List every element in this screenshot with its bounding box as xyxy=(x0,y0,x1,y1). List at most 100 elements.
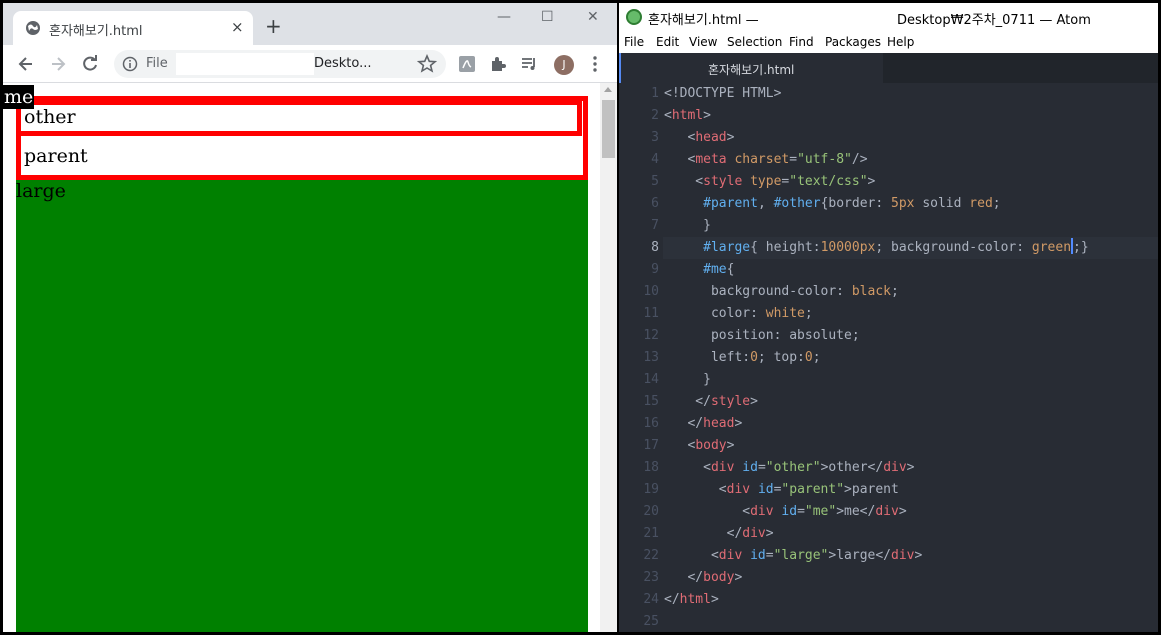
line-number: 10 xyxy=(643,284,659,299)
code-line: <div id="other">other</div> xyxy=(664,460,915,475)
parent-text: parent xyxy=(24,145,88,167)
code-line: </style> xyxy=(664,394,758,409)
scroll-thumb[interactable] xyxy=(602,100,615,158)
code-line: </html> xyxy=(664,592,719,607)
tab-close-icon[interactable]: × xyxy=(231,18,244,36)
large-box: large xyxy=(16,180,588,632)
code-editor[interactable]: 1 2 3 4 5 6 7 8 9 10 11 12 13 14 15 16 17 18 19 20 21 22 23 24 2… xyxy=(619,83,1158,632)
line-number: 18 xyxy=(643,460,659,475)
page-scrollbar[interactable] xyxy=(600,83,617,632)
line-number: 2 xyxy=(651,108,659,123)
line-number: 8 xyxy=(651,240,659,255)
chrome-window: 혼자해보기.html × + — ☐ ✕ File Deskto... J pa… xyxy=(3,3,617,632)
menu-help[interactable]: Help xyxy=(887,35,914,49)
line-number: 13 xyxy=(643,350,659,365)
code-line: #parent, #other{border: 5px solid red; xyxy=(703,196,1001,211)
tab-strip: 혼자해보기.html × + — ☐ ✕ xyxy=(3,3,617,45)
kebab-menu-icon[interactable] xyxy=(585,54,605,74)
code-line: <div id="parent">parent xyxy=(664,482,899,497)
atom-window: 혼자해보기.html — Desktop₩2주차_0711 — Atom Fil… xyxy=(619,3,1158,632)
pdf-extension-icon[interactable] xyxy=(457,54,477,74)
line-number: 23 xyxy=(643,570,659,585)
code-line: <div id="me">me</div> xyxy=(664,504,907,519)
line-number: 3 xyxy=(651,130,659,145)
menu-selection[interactable]: Selection xyxy=(727,35,782,49)
line-number: 6 xyxy=(651,196,659,211)
code-line: <style type="text/css"> xyxy=(664,174,876,189)
url-redacted xyxy=(176,53,314,75)
line-number: 5 xyxy=(651,174,659,189)
browser-toolbar: File Deskto... J xyxy=(3,45,617,113)
menu-edit[interactable]: Edit xyxy=(656,35,679,49)
code-line: position: absolute; xyxy=(664,328,860,343)
line-number: 14 xyxy=(643,372,659,387)
large-text: large xyxy=(16,180,66,202)
line-number: 12 xyxy=(643,328,659,343)
line-number: 9 xyxy=(651,262,659,277)
page-viewport: parent other large me xyxy=(3,83,600,632)
code-line: <body> xyxy=(664,438,735,453)
back-icon[interactable] xyxy=(16,54,36,74)
code-line: left:0; top:0; xyxy=(664,350,821,365)
menu-view[interactable]: View xyxy=(689,35,717,49)
globe-icon xyxy=(26,21,40,35)
close-window-button[interactable]: ✕ xyxy=(587,9,599,25)
code-line: <meta charset="utf-8"/> xyxy=(664,152,868,167)
media-queue-icon[interactable] xyxy=(519,54,539,74)
me-box: me xyxy=(3,85,35,109)
maximize-button[interactable]: ☐ xyxy=(541,9,554,25)
scroll-up-arrow-icon[interactable] xyxy=(604,87,612,92)
other-box: other xyxy=(16,100,582,136)
line-number: 16 xyxy=(643,416,659,431)
text-cursor xyxy=(1071,238,1074,254)
menu-find[interactable]: Find xyxy=(789,35,814,49)
code-line: <div id="large">large</div> xyxy=(664,548,923,563)
line-number: 15 xyxy=(643,394,659,409)
code-line: } xyxy=(664,218,711,233)
line-number: 4 xyxy=(651,152,659,167)
code-line: color: white; xyxy=(664,306,813,321)
new-tab-button[interactable]: + xyxy=(265,16,282,36)
line-number: 25 xyxy=(643,614,659,629)
line-number-gutter: 1 2 3 4 5 6 7 8 9 10 11 12 13 14 15 16 17 18 19 20 21 22 23 24 2… xyxy=(619,83,659,632)
code-line: <head> xyxy=(664,130,735,145)
atom-title-bar: 혼자해보기.html — Desktop₩2주차_0711 — Atom xyxy=(619,3,1158,31)
screen: 혼자해보기.html × + — ☐ ✕ File Deskto... J pa… xyxy=(0,0,1161,635)
line-number: 17 xyxy=(643,438,659,453)
url-text: Deskto... xyxy=(314,56,372,71)
atom-title-file: 혼자해보기.html — xyxy=(648,13,759,28)
minimize-button[interactable]: — xyxy=(497,9,511,25)
code-line: <html> xyxy=(664,108,711,123)
code-line: } xyxy=(664,372,711,387)
atom-tab-title: 혼자해보기.html xyxy=(708,63,795,77)
forward-icon[interactable] xyxy=(48,54,68,74)
info-icon[interactable] xyxy=(122,56,138,72)
other-text: other xyxy=(24,106,76,128)
code-line: <!DOCTYPE HTML> xyxy=(664,86,782,101)
atom-menu-bar: File Edit View Selection Find Packages H… xyxy=(619,31,1158,53)
line-number: 24 xyxy=(643,592,659,607)
line-number: 20 xyxy=(643,504,659,519)
line-number: 7 xyxy=(651,218,659,233)
atom-title-path: Desktop₩2주차_0711 — Atom xyxy=(897,13,1091,28)
code-line: #large{ height:10000px; background-color… xyxy=(703,238,1089,255)
extensions-puzzle-icon[interactable] xyxy=(488,54,508,74)
code-line: </div> xyxy=(664,526,774,541)
line-number: 19 xyxy=(643,482,659,497)
address-bar[interactable]: File Deskto... xyxy=(114,50,446,78)
line-number: 11 xyxy=(643,306,659,321)
code-line: #me{ xyxy=(703,262,735,277)
line-number: 21 xyxy=(643,526,659,541)
line-number: 1 xyxy=(651,86,659,101)
atom-logo-icon xyxy=(626,9,642,25)
line-number: 22 xyxy=(643,548,659,563)
atom-tab-bar: 혼자해보기.html xyxy=(619,53,1158,83)
bookmark-star-icon[interactable] xyxy=(417,54,437,74)
menu-packages[interactable]: Packages xyxy=(825,35,881,49)
atom-editor-tab[interactable]: 혼자해보기.html xyxy=(619,53,883,83)
browser-tab[interactable]: 혼자해보기.html × xyxy=(13,11,253,45)
menu-file[interactable]: File xyxy=(624,35,644,49)
profile-avatar[interactable]: J xyxy=(554,55,574,75)
code-line: </body> xyxy=(664,570,743,585)
reload-icon[interactable] xyxy=(80,54,100,74)
